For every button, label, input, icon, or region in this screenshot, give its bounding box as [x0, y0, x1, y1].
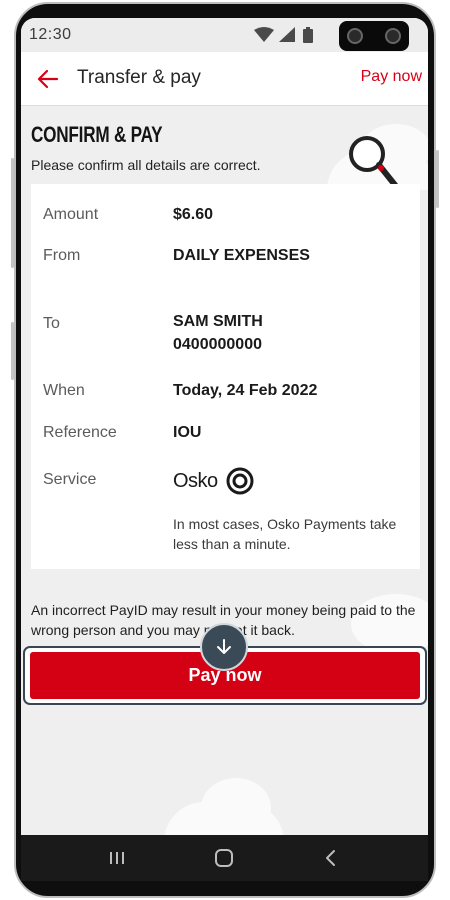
recent-apps-icon[interactable]: [104, 845, 130, 871]
to-label: To: [43, 315, 60, 332]
front-camera-right: [385, 28, 401, 44]
cellular-signal-icon: [279, 27, 295, 42]
to-name: SAM SMITH: [173, 313, 263, 330]
osko-logo-text: Osko: [173, 469, 218, 492]
page-title: Transfer & pay: [77, 67, 201, 88]
reference-label: Reference: [43, 424, 117, 441]
from-label: From: [43, 247, 81, 264]
app-bar: Transfer & pay Pay now: [21, 52, 428, 106]
back-icon[interactable]: [318, 845, 344, 871]
magnifying-glass-icon: [349, 136, 398, 188]
when-value: Today, 24 Feb 2022: [173, 382, 318, 399]
status-icons: [254, 27, 313, 43]
pay-now-link[interactable]: Pay now: [361, 68, 422, 86]
when-label: When: [43, 382, 85, 399]
side-button-left-lower: [11, 322, 14, 380]
confirm-pay-content: CONFIRM & PAY Please confirm all details…: [21, 106, 428, 835]
confirm-pay-heading: CONFIRM & PAY: [31, 122, 163, 147]
system-nav-bar: [21, 835, 428, 881]
osko-logo-icon: [226, 467, 254, 495]
amount-label: Amount: [43, 206, 99, 223]
screen: 12:30 Transfer & pay Pay now CONFIRM & P…: [21, 18, 428, 835]
osko-logo: Osko: [173, 467, 254, 495]
osko-note: In most cases, Osko Payments take less t…: [173, 516, 397, 552]
battery-icon: [303, 29, 313, 43]
wifi-icon: [254, 27, 274, 42]
reference-value: IOU: [173, 424, 202, 441]
arrow-left-icon[interactable]: [37, 68, 59, 90]
home-icon[interactable]: [211, 845, 237, 871]
front-camera-left: [347, 28, 363, 44]
to-number: 0400000000: [173, 336, 262, 353]
transfer-details-card: Amount $6.60 From DAILY EXPENSES To SAM …: [31, 184, 420, 569]
status-bar: 12:30: [21, 18, 428, 52]
scroll-down-button[interactable]: [200, 623, 248, 671]
side-button-right: [436, 150, 439, 208]
from-value: DAILY EXPENSES: [173, 247, 310, 264]
arrow-down-icon: [217, 639, 231, 654]
confirm-pay-subheading: Please confirm all details are correct.: [31, 157, 261, 173]
side-button-left: [11, 158, 14, 268]
amount-value: $6.60: [173, 206, 214, 223]
service-label: Service: [43, 471, 97, 488]
camera-cutout: [339, 21, 409, 51]
status-time: 12:30: [29, 26, 72, 43]
